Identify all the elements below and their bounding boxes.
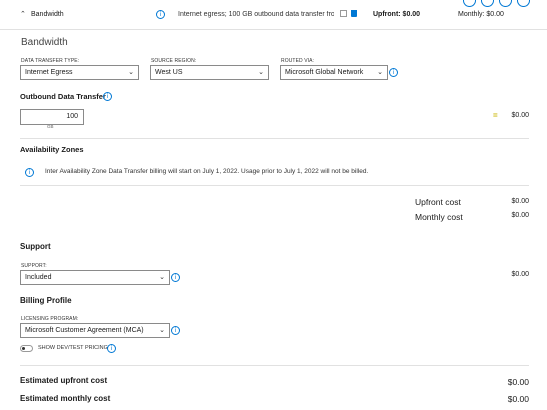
support-title: Support — [20, 242, 51, 251]
support-label: SUPPORT: — [21, 263, 47, 269]
estimated-upfront-value: $0.00 — [507, 377, 529, 387]
support-value: Included — [25, 274, 52, 281]
divider — [20, 138, 529, 139]
top-action-circle-4[interactable] — [517, 0, 530, 7]
chevron-down-icon: ⌄ — [258, 69, 264, 76]
header-summary: Internet egress; 100 GB outbound data tr… — [178, 11, 334, 18]
header-upfront: Upfront: $0.00 — [373, 11, 421, 18]
info-icon[interactable]: i — [103, 92, 112, 101]
header-title: Bandwidth — [31, 11, 64, 18]
divider — [20, 365, 529, 366]
upfront-cost-value: $0.00 — [511, 198, 529, 205]
routed-via-label: ROUTED VIA: — [281, 58, 315, 64]
dev-test-pricing-toggle[interactable] — [20, 345, 33, 352]
info-icon[interactable]: i — [107, 344, 116, 353]
top-action-circle-2[interactable] — [481, 0, 494, 7]
dev-test-pricing-label: SHOW DEV/TEST PRICING — [38, 345, 108, 351]
chevron-down-icon: ⌄ — [128, 69, 134, 76]
section-title: Bandwidth — [21, 37, 68, 48]
source-region-select[interactable]: West US ⌄ — [150, 65, 269, 80]
support-cost: $0.00 — [511, 271, 529, 278]
availability-zones-notice: Inter Availability Zone Data Transfer bi… — [45, 168, 369, 175]
outbound-quantity-input[interactable]: 100 — [20, 109, 84, 125]
toggle-knob — [22, 347, 25, 350]
divider — [20, 185, 529, 186]
licensing-program-select[interactable]: Microsoft Customer Agreement (MCA) ⌄ — [20, 323, 170, 338]
delete-icon[interactable] — [351, 10, 357, 17]
outbound-cost: $0.00 — [511, 112, 529, 119]
chevron-down-icon: ⌄ — [159, 274, 165, 281]
info-icon: i — [25, 168, 34, 177]
routed-via-select[interactable]: Microsoft Global Network ⌄ — [280, 65, 388, 80]
licensing-program-value: Microsoft Customer Agreement (MCA) — [25, 327, 144, 334]
info-icon[interactable]: i — [171, 326, 180, 335]
info-icon[interactable]: i — [156, 10, 165, 19]
estimated-upfront-label: Estimated upfront cost — [20, 376, 108, 385]
clone-icon[interactable] — [340, 10, 347, 17]
outbound-title: Outbound Data Transfer — [20, 92, 106, 101]
source-region-label: SOURCE REGION: — [151, 58, 197, 64]
estimated-monthly-value: $0.00 — [507, 394, 529, 404]
bandwidth-header-row[interactable]: ⌃ Bandwidth i Internet egress; 100 GB ou… — [0, 0, 547, 30]
data-transfer-type-select[interactable]: Internet Egress ⌄ — [20, 65, 139, 80]
billing-profile-title: Billing Profile — [20, 296, 72, 305]
outbound-unit: GB — [47, 124, 54, 129]
monthly-cost-label: Monthly cost — [415, 212, 463, 222]
chevron-down-icon: ⌄ — [159, 327, 165, 334]
routed-via-value: Microsoft Global Network — [285, 69, 364, 76]
upfront-cost-label: Upfront cost — [415, 197, 461, 207]
licensing-program-label: LICENSING PROGRAM: — [21, 316, 79, 322]
chevron-up-icon[interactable]: ⌃ — [20, 10, 26, 18]
top-action-circle-1[interactable] — [463, 0, 476, 7]
estimated-monthly-label: Estimated monthly cost — [20, 394, 111, 403]
source-region-value: West US — [155, 69, 183, 76]
header-monthly: Monthly: $0.00 — [458, 11, 504, 18]
support-select[interactable]: Included ⌄ — [20, 270, 170, 285]
info-icon[interactable]: i — [389, 68, 398, 77]
monthly-cost-value: $0.00 — [511, 212, 529, 219]
availability-zones-title: Availability Zones — [20, 145, 84, 154]
chevron-down-icon: ⌄ — [377, 69, 383, 76]
data-transfer-type-value: Internet Egress — [25, 69, 73, 76]
info-icon[interactable]: i — [171, 273, 180, 282]
top-action-circle-3[interactable] — [499, 0, 512, 7]
data-transfer-type-label: DATA TRANSFER TYPE: — [21, 58, 80, 64]
